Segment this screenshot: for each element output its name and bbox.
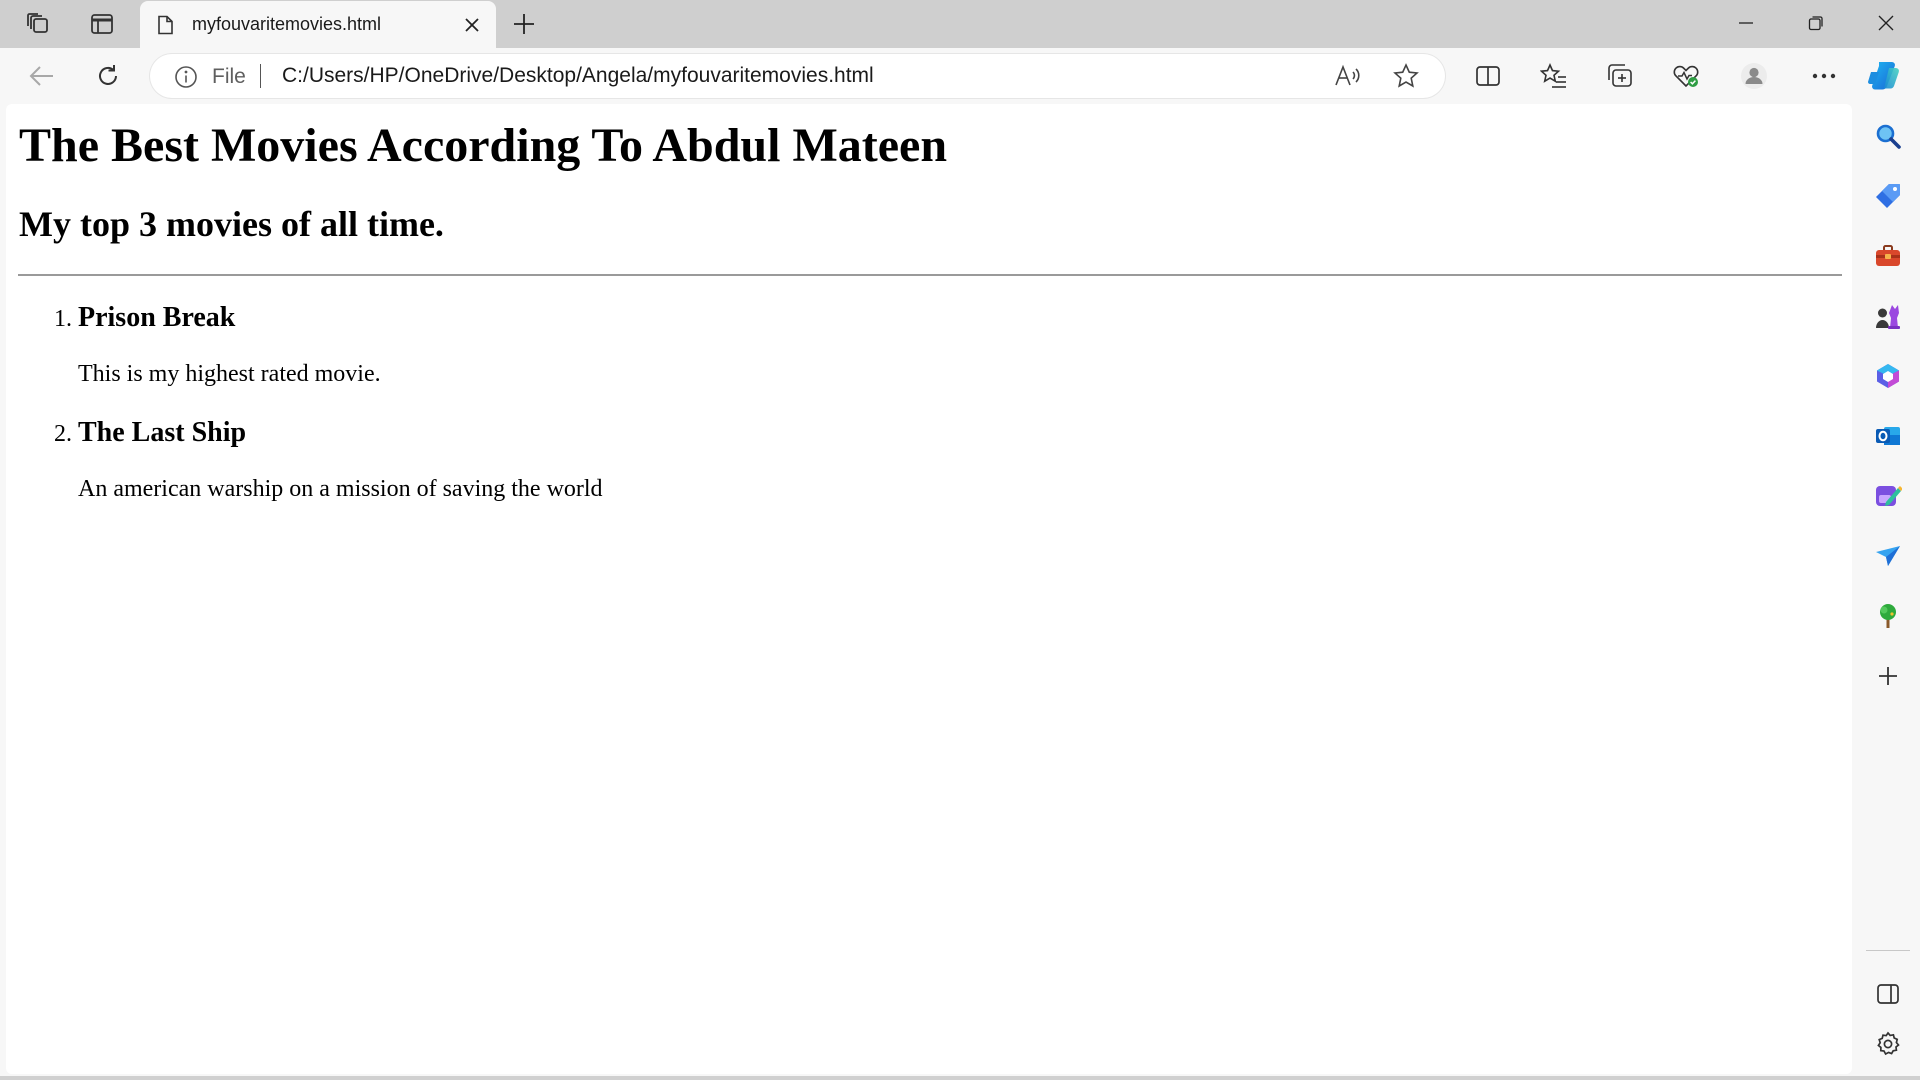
favorites-icon: [1540, 63, 1566, 88]
page-heading: The Best Movies According To Abdul Matee…: [19, 119, 948, 172]
send-icon: [1876, 546, 1900, 566]
back-button[interactable]: [22, 58, 62, 94]
restore-icon: [1808, 16, 1823, 31]
movie-title: Prison Break: [78, 302, 236, 333]
minimize-icon: [1739, 22, 1753, 24]
active-tab[interactable]: myfouvaritemovies.html: [140, 1, 496, 48]
sidebar-send[interactable]: [1870, 538, 1906, 574]
split-screen-icon: [1476, 66, 1500, 86]
sidebar-settings[interactable]: [1870, 1026, 1906, 1062]
tab-title: myfouvaritemovies.html: [192, 14, 382, 34]
close-window-icon: [1878, 15, 1894, 31]
minimize-button[interactable]: [1712, 0, 1780, 46]
add-icon: [1879, 667, 1897, 685]
file-icon: [158, 15, 173, 35]
tree-icon: [1880, 604, 1896, 628]
workspaces-button[interactable]: [20, 7, 56, 41]
favorites-button[interactable]: [1534, 58, 1574, 94]
outlook-icon: [1876, 427, 1900, 445]
movie-description: An american warship on a mission of savi…: [78, 476, 603, 502]
plus-icon: [514, 14, 534, 34]
scheme-label: File: [212, 65, 246, 88]
designer-icon: [1876, 486, 1902, 506]
tab-close-button[interactable]: [460, 13, 484, 37]
browser-toolbar: File C:/Users/HP/OneDrive/Desktop/Angela…: [0, 48, 1920, 104]
read-aloud-button[interactable]: [1334, 63, 1362, 89]
restore-button[interactable]: [1782, 0, 1850, 46]
games-icon: [1876, 305, 1900, 329]
browser-essentials-icon: [1673, 65, 1699, 88]
sidebar-tools[interactable]: [1870, 238, 1906, 274]
sidebar-add[interactable]: [1870, 658, 1906, 694]
address-bar[interactable]: File C:/Users/HP/OneDrive/Desktop/Angela…: [150, 54, 1445, 98]
sidebar-games[interactable]: [1870, 298, 1906, 334]
more-icon: [1812, 73, 1836, 79]
movie-title: The Last Ship: [78, 417, 247, 448]
shopping-tag-icon: [1876, 184, 1900, 208]
sidebar-divider: [1866, 950, 1910, 951]
collections-button[interactable]: [1600, 58, 1640, 94]
sidebar-tree[interactable]: [1870, 598, 1906, 634]
back-arrow-icon: [29, 66, 53, 86]
star-icon: [1393, 63, 1419, 88]
favorite-star-button[interactable]: [1392, 63, 1420, 89]
split-screen-button[interactable]: [1468, 58, 1508, 94]
movie-number: 1.: [54, 306, 72, 332]
movie-description: This is my highest rated movie.: [78, 361, 381, 387]
close-icon: [465, 18, 479, 32]
horizontal-rule: [18, 274, 1842, 276]
sidebar-outlook[interactable]: [1870, 418, 1906, 454]
search-icon: [1876, 124, 1901, 149]
url-text[interactable]: C:/Users/HP/OneDrive/Desktop/Angela/myfo…: [282, 64, 874, 88]
movie-number: 2.: [54, 421, 72, 447]
read-aloud-icon: [1335, 64, 1360, 86]
vertical-tabs-button[interactable]: [84, 7, 120, 41]
address-separator: [260, 64, 261, 88]
tab-strip: myfouvaritemovies.html: [0, 0, 1920, 48]
vertical-tabs-icon: [91, 14, 113, 34]
profile-button[interactable]: [1734, 58, 1774, 94]
refresh-icon: [99, 65, 117, 85]
page-content: The Best Movies According To Abdul Matee…: [6, 104, 1852, 1074]
new-tab-button[interactable]: [506, 7, 542, 41]
refresh-button[interactable]: [88, 58, 128, 94]
browser-essentials-button[interactable]: [1666, 58, 1706, 94]
microsoft-365-icon: [1877, 364, 1899, 388]
more-options-button[interactable]: [1804, 58, 1844, 94]
copilot-button[interactable]: [1864, 58, 1904, 94]
sidebar-microsoft-365[interactable]: [1870, 358, 1906, 394]
sidebar-designer[interactable]: [1870, 478, 1906, 514]
page-subheading: My top 3 movies of all time.: [19, 204, 444, 244]
sidebar-toggle[interactable]: [1870, 976, 1906, 1012]
window-bottom-border: [0, 1076, 1920, 1080]
edge-sidebar: [1856, 104, 1920, 1080]
profile-icon: [1741, 63, 1767, 89]
collections-icon: [1608, 64, 1632, 87]
close-window-button[interactable]: [1852, 0, 1920, 46]
sidebar-shopping[interactable]: [1870, 178, 1906, 214]
sidebar-search[interactable]: [1870, 118, 1906, 154]
tools-icon: [1876, 245, 1900, 266]
info-icon[interactable]: [174, 65, 198, 89]
settings-icon: [1877, 1031, 1900, 1056]
workspaces-icon: [27, 13, 48, 33]
copilot-icon: [1868, 62, 1899, 90]
sidebar-toggle-icon: [1877, 984, 1899, 1004]
